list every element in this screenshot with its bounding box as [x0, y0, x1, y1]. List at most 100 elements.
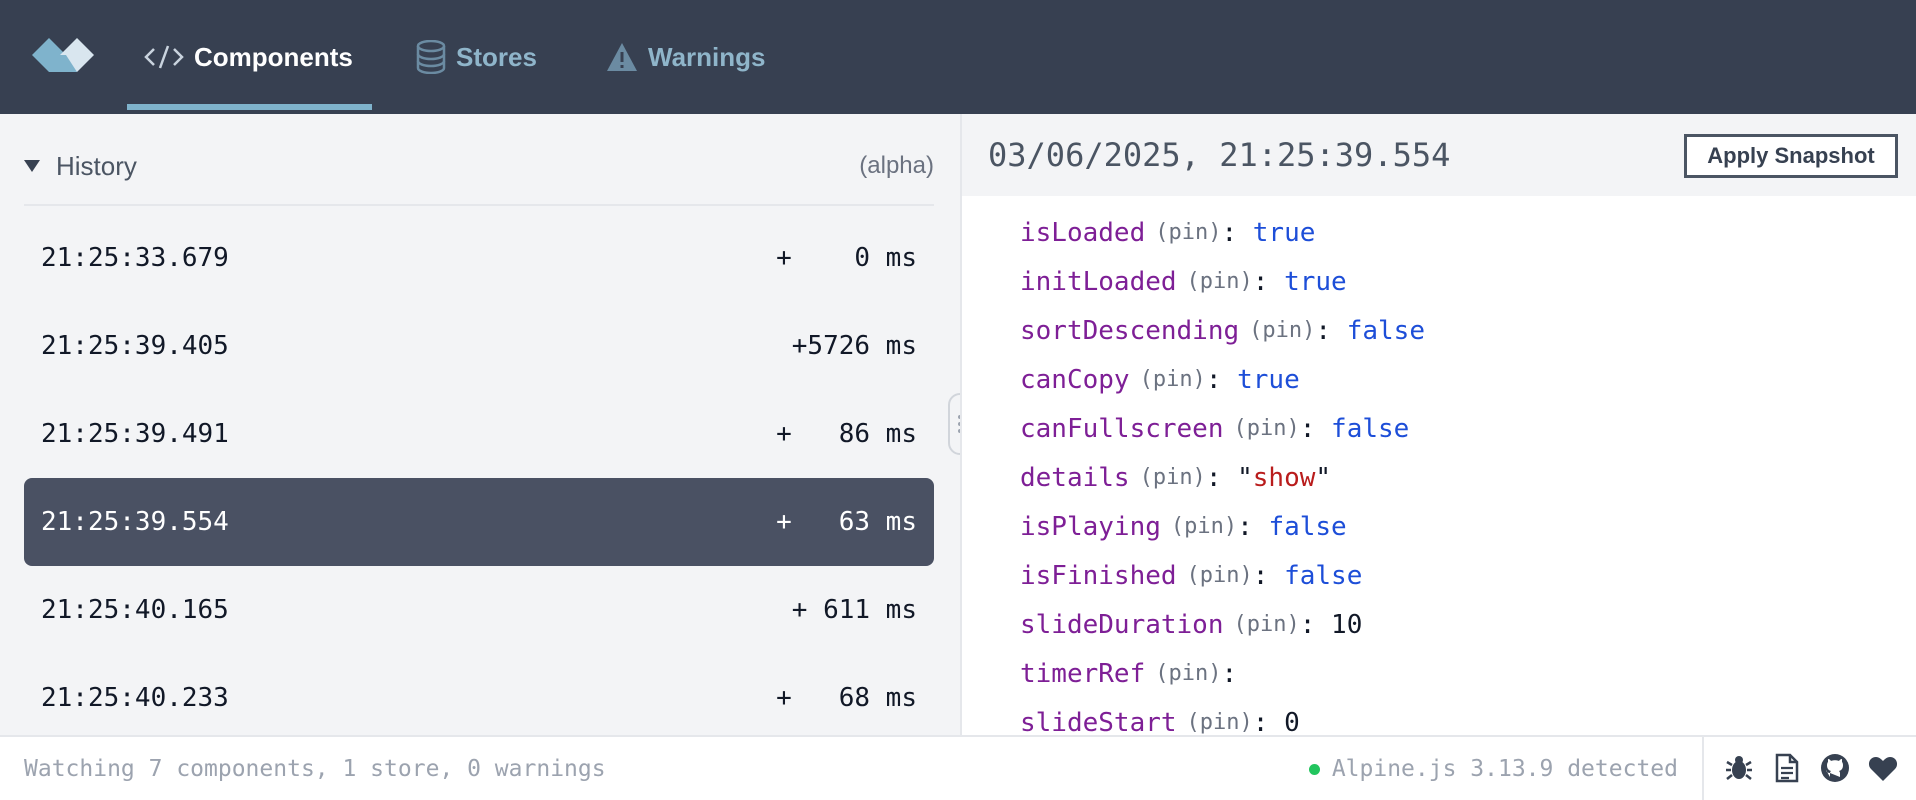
code-icon [144, 43, 184, 71]
history-row-time: 21:25:39.491 [41, 419, 229, 449]
property-name: isFinished [1020, 560, 1177, 591]
history-list: 21:25:33.679 + 0 ms 21:25:39.405 +5726 ms 21… [24, 214, 934, 735]
status-bar: Watching 7 components, 1 store, 0 warnin… [0, 735, 1916, 800]
property-value[interactable]: 10 [1331, 610, 1362, 640]
property-separator: : [1299, 609, 1332, 640]
divider [24, 204, 934, 206]
property-name: slideDuration [1020, 609, 1224, 640]
github-icon[interactable] [1818, 751, 1852, 785]
history-row-delta: + 86 ms [776, 419, 917, 449]
property-value[interactable]: show [1253, 463, 1316, 493]
property-separator: : [1221, 658, 1253, 689]
tab-components[interactable]: Components [144, 0, 353, 114]
history-row-delta: +5726 ms [791, 331, 917, 361]
pin-button[interactable]: (pin) [1171, 514, 1237, 539]
property-separator: : [1315, 315, 1347, 346]
pin-button[interactable]: (pin) [1155, 661, 1221, 686]
alpine-logo-icon [32, 38, 94, 72]
detected-label: Alpine.js 3.13.9 detected [1331, 756, 1678, 782]
history-row[interactable]: 21:25:40.165 + 611 ms [24, 566, 934, 654]
property-name: isPlaying [1020, 511, 1161, 542]
pin-button[interactable]: (pin) [1234, 612, 1300, 637]
property-separator: : [1252, 707, 1285, 736]
property-row: canFullscreen (pin): false [1020, 404, 1900, 453]
property-name: initLoaded [1020, 266, 1177, 297]
property-value[interactable]: true [1253, 218, 1316, 248]
property-separator: : [1252, 560, 1285, 591]
property-value[interactable]: false [1331, 414, 1409, 444]
history-row-delta: + 63 ms [776, 507, 917, 537]
property-value[interactable]: true [1237, 365, 1300, 395]
alpha-badge: (alpha) [859, 152, 934, 179]
heart-icon[interactable] [1866, 751, 1900, 785]
history-row-time: 21:25:40.233 [41, 683, 229, 713]
property-separator: : [1205, 462, 1238, 493]
history-row-time: 21:25:39.405 [41, 331, 229, 361]
history-row-time: 21:25:40.165 [41, 595, 229, 625]
pin-button[interactable]: (pin) [1140, 465, 1206, 490]
pin-button[interactable]: (pin) [1234, 416, 1300, 441]
caret-down-icon[interactable] [24, 160, 40, 172]
watching-status: Watching 7 components, 1 store, 0 warnin… [24, 756, 606, 782]
history-row-time: 21:25:39.554 [41, 507, 229, 537]
property-list: isLoaded (pin): true initLoaded (pin): true… [1020, 208, 1900, 736]
warning-icon [606, 42, 638, 72]
pin-button[interactable]: (pin) [1187, 710, 1253, 735]
top-nav: Components Stores Warnings [0, 0, 1916, 114]
history-row[interactable]: 21:25:39.491 + 86 ms [24, 390, 934, 478]
history-row[interactable]: 21:25:39.405 +5726 ms [24, 302, 934, 390]
history-row[interactable]: 21:25:40.233 + 68 ms [24, 654, 934, 735]
property-value[interactable]: false [1284, 561, 1362, 591]
property-row: isPlaying (pin): false [1020, 502, 1900, 551]
pin-button[interactable]: (pin) [1140, 367, 1206, 392]
property-value[interactable]: false [1268, 512, 1346, 542]
property-separator: : [1221, 217, 1253, 248]
property-value[interactable]: 0 [1284, 708, 1300, 736]
tab-warnings-label: Warnings [648, 41, 766, 72]
status-dot-icon [1308, 763, 1320, 775]
property-name: canCopy [1020, 364, 1130, 395]
property-row: sortDescending (pin): false [1020, 306, 1900, 355]
history-row-delta: + 611 ms [791, 595, 917, 625]
history-row[interactable]: 21:25:39.554 + 63 ms [24, 478, 934, 566]
property-row: isFinished (pin): false [1020, 551, 1900, 600]
property-name: canFullscreen [1020, 413, 1224, 444]
property-row: slideStart (pin): 0 [1020, 698, 1900, 736]
pin-button[interactable]: (pin) [1187, 563, 1253, 588]
property-value[interactable]: false [1347, 316, 1425, 346]
document-icon[interactable] [1770, 751, 1804, 785]
pin-button[interactable]: (pin) [1187, 269, 1253, 294]
snapshot-timestamp: 03/06/2025, 21:25:39.554 [988, 136, 1451, 174]
property-name: details [1020, 462, 1130, 493]
property-separator: : [1237, 511, 1269, 542]
pin-button[interactable]: (pin) [1155, 220, 1221, 245]
history-title: History [56, 150, 137, 181]
quote-mark: " [1315, 462, 1332, 493]
active-tab-indicator [127, 104, 372, 110]
history-panel: History (alpha) 21:25:33.679 + 0 ms 21:25:… [0, 114, 960, 735]
divider [1702, 737, 1704, 800]
history-row-delta: + 0 ms [776, 243, 917, 273]
tab-stores[interactable]: Stores [416, 0, 537, 114]
property-row: isLoaded (pin): true [1020, 208, 1900, 257]
property-value[interactable]: true [1284, 267, 1347, 297]
property-row: initLoaded (pin): true [1020, 257, 1900, 306]
history-header[interactable]: History (alpha) [24, 142, 934, 190]
tab-warnings[interactable]: Warnings [606, 0, 765, 114]
quote-mark: " [1237, 462, 1253, 493]
property-separator: : [1299, 413, 1332, 444]
property-name: isLoaded [1020, 217, 1146, 248]
bug-icon[interactable] [1722, 751, 1756, 785]
database-icon [416, 40, 446, 74]
property-name: sortDescending [1020, 315, 1240, 346]
history-row-time: 21:25:33.679 [41, 243, 229, 273]
history-row[interactable]: 21:25:33.679 + 0 ms [24, 214, 934, 302]
apply-snapshot-button[interactable]: Apply Snapshot [1684, 134, 1898, 178]
property-separator: : [1252, 266, 1285, 297]
snapshot-header: 03/06/2025, 21:25:39.554 Apply Snapshot [962, 114, 1916, 196]
snapshot-panel: 03/06/2025, 21:25:39.554 Apply Snapshot … [960, 114, 1916, 735]
property-row: details (pin): " show " [1020, 453, 1900, 502]
property-name: slideStart [1020, 707, 1177, 736]
tab-components-label: Components [194, 41, 353, 72]
pin-button[interactable]: (pin) [1249, 318, 1315, 343]
